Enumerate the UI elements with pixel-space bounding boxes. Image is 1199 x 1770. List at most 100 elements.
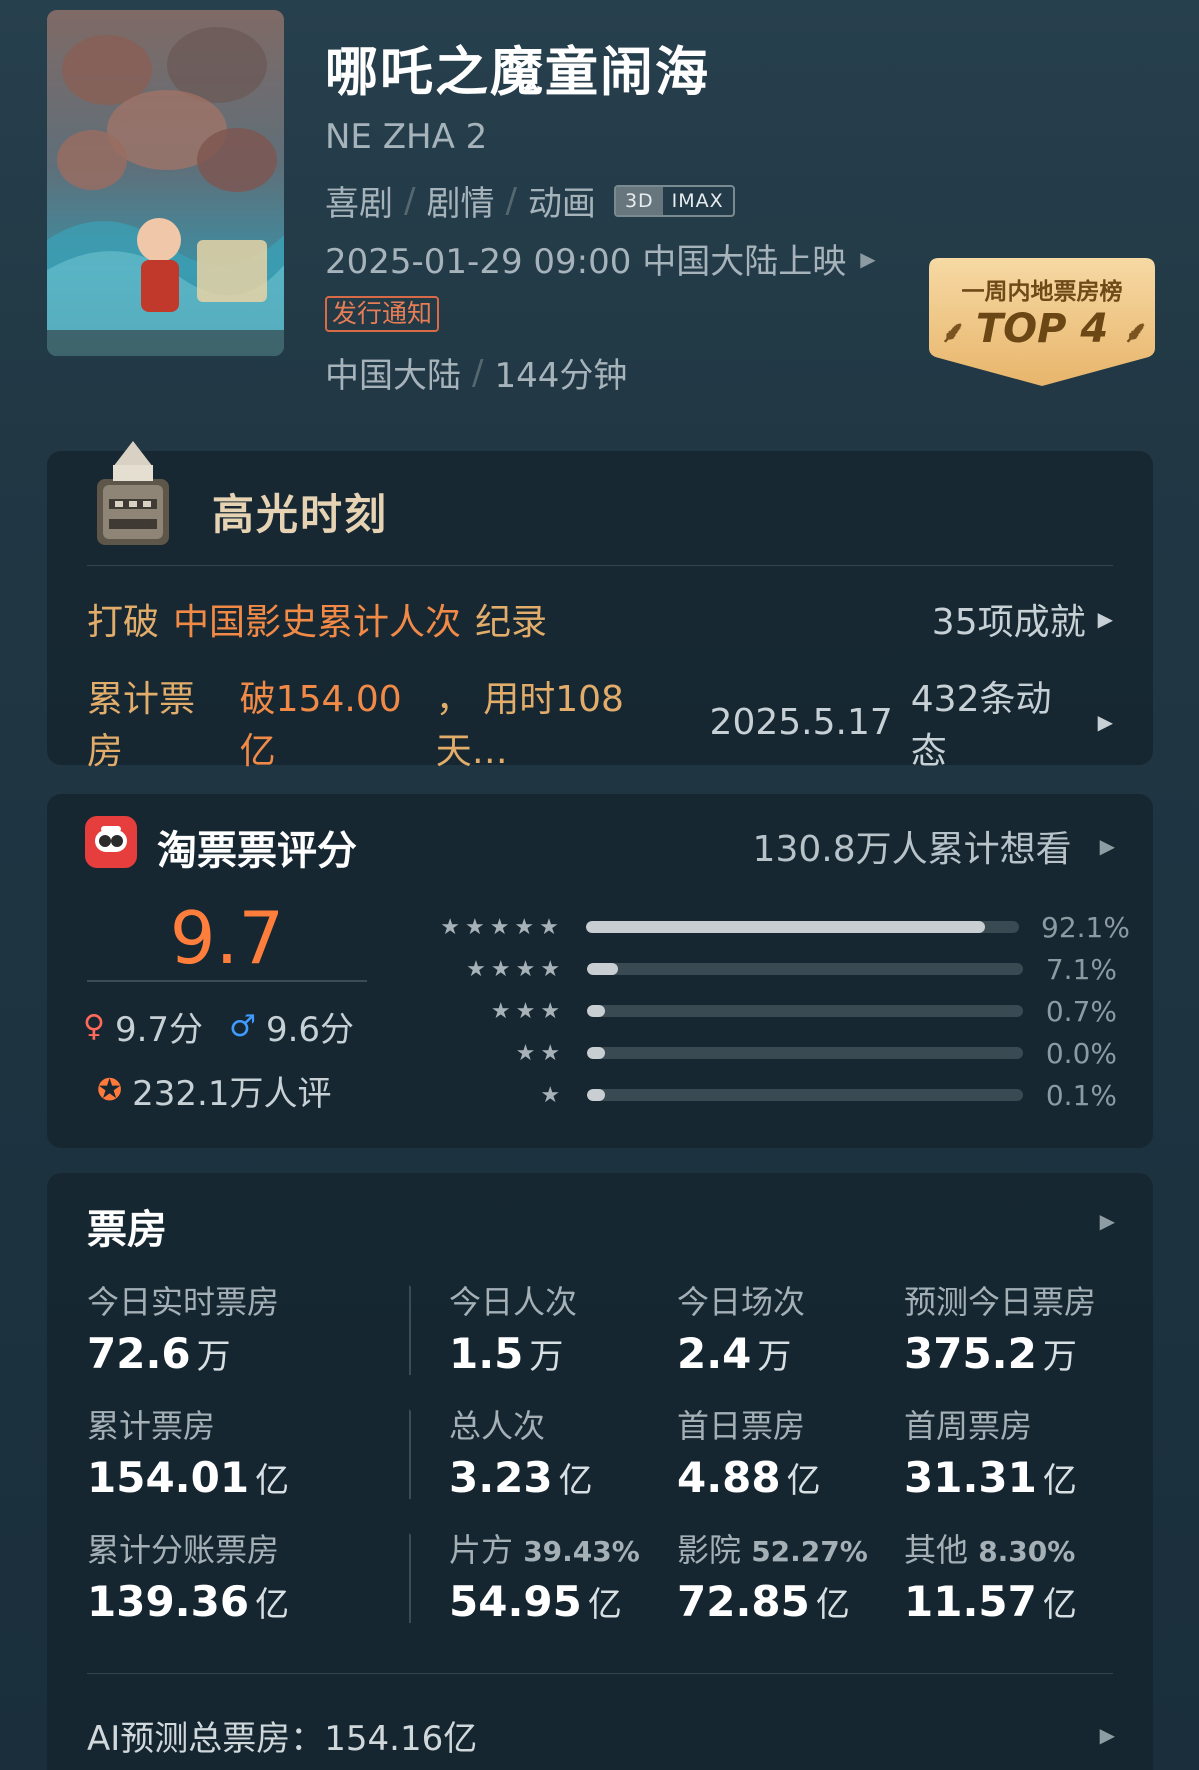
weekly-rank-badge[interactable]: 一周内地票房榜 ⸙ TOP 4 ⸙ [929, 258, 1155, 388]
three-star-icon: ★★★ [490, 998, 566, 1024]
boxoffice-prefix: 累计票房 [87, 679, 196, 772]
box-office-card: 票房 ▶ 今日实时票房 72.6 万 今日人次 1.5 万 今日场次 2.4 万 预测… [47, 1173, 1153, 1770]
stat-value: 72.85 亿 [677, 1577, 868, 1626]
want-to-watch-link[interactable]: 130.8万人累计想看 ▶ [753, 820, 1115, 872]
stat-value: 54.95 亿 [449, 1577, 640, 1626]
stat-value: 3.23 亿 [449, 1453, 593, 1502]
first-day-boxoffice: 首日票房 4.88 亿 [677, 1401, 821, 1502]
distribution-row-1: ★ 0.1% [397, 1079, 1117, 1112]
rating-count-text: 232.1万人评 [132, 1074, 332, 1114]
badge-rank: ⸙ TOP 4 ⸙ [929, 306, 1155, 352]
stat-percent: 8.30% [978, 1535, 1076, 1568]
stat-number: 72.85 [677, 1577, 810, 1626]
distribution-bar [587, 963, 1024, 975]
cumulative-boxoffice: 累计票房 154.01 亿 [87, 1401, 289, 1502]
movie-title: 哪吒之魔童闹海 [325, 42, 710, 103]
stat-label: 今日实时票房 [87, 1283, 280, 1321]
distribution-bar [585, 921, 1019, 933]
distribution-bar [587, 1005, 1024, 1017]
genre-separator: / [404, 180, 416, 221]
distribution-fill [587, 963, 619, 975]
stat-label: 总人次 [449, 1407, 546, 1445]
other-share: 其他 8.30% 11.57 亿 [904, 1525, 1077, 1626]
stat-label: 今日场次 [677, 1283, 806, 1321]
boxoffice-emphasis: 破154.00亿 [239, 679, 402, 772]
stat-unit: 亿 [1042, 1461, 1077, 1501]
stat-label: 累计分账票房 [87, 1531, 280, 1569]
cumulative-split-boxoffice: 累计分账票房 139.36 亿 [87, 1525, 289, 1626]
today-admissions: 今日人次 1.5 万 [449, 1277, 577, 1378]
stat-unit: 亿 [255, 1585, 290, 1625]
genre-separator: / [505, 180, 517, 221]
stat-label: 首周票房 [904, 1407, 1033, 1445]
male-icon: ♂ [229, 1009, 256, 1044]
badge-rank-text: TOP 4 [975, 306, 1109, 352]
cinema-share: 影院 52.27% 72.85 亿 [677, 1525, 868, 1626]
ai-total-prediction[interactable]: AI预测总票房：154.16亿 [87, 1711, 477, 1760]
chevron-right-icon[interactable]: ▶ [1100, 1723, 1115, 1747]
chevron-right-icon: ▶ [1097, 710, 1113, 734]
stat-label: 其他 8.30% [904, 1525, 1077, 1571]
movie-english-title: NE ZHA 2 [325, 117, 488, 157]
stat-value: 72.6 万 [87, 1329, 279, 1378]
stat-number: 4.88 [677, 1453, 781, 1502]
stat-number: 1.5 [449, 1329, 524, 1378]
stat-label: 首日票房 [677, 1407, 806, 1445]
stat-number: 54.95 [449, 1577, 582, 1626]
distribution-row-2: ★★ 0.0% [397, 1037, 1117, 1070]
highlight-record-row[interactable]: 打破 中国影史累计人次 纪录 35项成就 ▶ [87, 593, 1113, 645]
chevron-right-icon: ▶ [1097, 607, 1113, 631]
stat-unit: 万 [1042, 1337, 1077, 1377]
achievements-link[interactable]: 35项成就 ▶ [932, 593, 1113, 645]
distribution-bar [587, 1047, 1024, 1059]
highlight-boxoffice-row[interactable]: 累计票房 破154.00亿 ， 用时108天… 2025.5.17 432条动态… [87, 670, 1113, 774]
male-score: 9.6分 [265, 1010, 355, 1050]
format-imax: IMAX [671, 189, 724, 212]
star-icon: ✪ [97, 1073, 123, 1108]
movie-meta: 中国大陆 / 144分钟 [325, 348, 627, 397]
stat-label: 影院 52.27% [677, 1525, 868, 1571]
stat-value: 31.31 亿 [904, 1453, 1077, 1502]
updates-count: 432条动态 [910, 679, 1052, 772]
female-icon: ♀ [83, 1009, 105, 1044]
record-suffix: 纪录 [475, 602, 548, 643]
distribution-percent: 7.1% [1045, 952, 1117, 986]
stat-number: 2.4 [677, 1329, 752, 1378]
stat-label: 今日人次 [449, 1283, 578, 1321]
genre-list: 喜剧 / 剧情 / 动画 3D IMAX [325, 176, 735, 225]
stat-value: 2.4 万 [677, 1329, 805, 1378]
genre-animation: 动画 [527, 184, 596, 224]
genre-drama: 剧情 [426, 184, 495, 224]
stat-percent: 39.43% [523, 1535, 640, 1568]
stat-number: 139.36 [87, 1577, 250, 1626]
genre-comedy: 喜剧 [325, 184, 393, 224]
stat-value: 1.5 万 [449, 1329, 577, 1378]
movie-duration: 144分钟 [494, 356, 628, 396]
stat-value: 139.36 亿 [87, 1577, 289, 1626]
stat-label: 片方 39.43% [449, 1525, 640, 1571]
chevron-right-icon[interactable]: ▶ [1100, 1209, 1115, 1233]
stat-number: 3.23 [449, 1453, 553, 1502]
distribution-fill [587, 1005, 605, 1017]
two-star-icon: ★★ [515, 1040, 566, 1066]
format-3d: 3D [615, 186, 663, 215]
stat-number: 31.31 [904, 1453, 1037, 1502]
stat-value: 375.2 万 [904, 1329, 1096, 1378]
stat-unit: 亿 [587, 1585, 622, 1625]
highlights-title: 高光时刻 [212, 490, 389, 539]
gender-scores: ♀ 9.7分 ♂ 9.6分 [83, 1002, 354, 1051]
score-divider [87, 980, 367, 982]
clapperboard-trophy-icon [97, 441, 169, 545]
stat-unit: 万 [529, 1337, 564, 1377]
rating-title: 淘票票评分 [157, 828, 357, 874]
updates-link[interactable]: 432条动态 ▶ [911, 670, 1113, 774]
stat-unit: 亿 [786, 1461, 821, 1501]
highlights-card: 高光时刻 打破 中国影史累计人次 纪录 35项成就 ▶ 累计票房 破154.00… [47, 441, 1153, 772]
stat-unit: 万 [757, 1337, 792, 1377]
release-notice-tag[interactable]: 发行通知 [325, 296, 440, 332]
record-emphasis: 中国影史累计人次 [173, 602, 462, 643]
movie-poster[interactable] [47, 10, 284, 356]
female-score: 9.7分 [114, 1010, 204, 1050]
box-office-title: 票房 [87, 1207, 167, 1253]
release-info[interactable]: 2025-01-29 09:00 中国大陆上映 ▶ [325, 234, 876, 283]
